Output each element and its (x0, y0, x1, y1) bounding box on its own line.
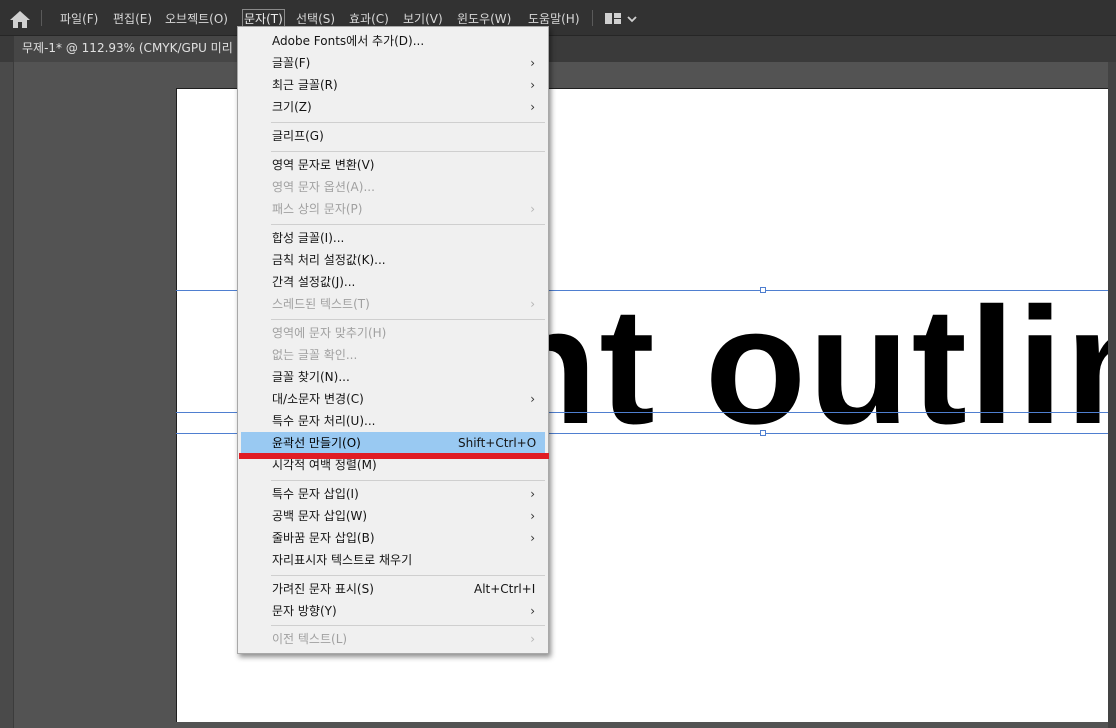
menu-separator (271, 224, 545, 225)
menu-edit[interactable]: 편집(E) (113, 11, 152, 27)
menu-separator (271, 122, 545, 123)
selection-handle-top[interactable] (760, 287, 766, 293)
menu-item-fit-headline: 영역에 문자 맞추기(H) (272, 326, 387, 340)
chevron-right-icon: › (530, 297, 535, 311)
chevron-right-icon: › (530, 509, 535, 523)
menu-item-kinsoku[interactable]: 금칙 처리 설정값(K)... (241, 249, 545, 271)
canvas-text-object[interactable]: nt outlin (496, 284, 1108, 450)
menu-item-show-hidden-characters[interactable]: 가려진 문자 표시(S) Alt+Ctrl+I (241, 578, 545, 600)
menu-type[interactable]: 문자(T) (242, 9, 285, 29)
tools-panel-edge (0, 62, 14, 728)
menu-item-insert-special-character[interactable]: 특수 문자 삽입(I) › (241, 483, 545, 505)
menu-item-insert-break[interactable]: 줄바꿈 문자 삽입(B) › (241, 527, 545, 549)
menubar-divider (592, 10, 593, 26)
menu-view[interactable]: 보기(V) (403, 11, 443, 27)
menu-item-threaded-text: 스레드된 텍스트(T) › (241, 293, 545, 315)
menu-item-recent-fonts[interactable]: 최근 글꼴(R) › (241, 74, 545, 96)
menu-separator (271, 575, 545, 576)
menu-item-composite-fonts[interactable]: 합성 글꼴(I)... (241, 227, 545, 249)
shortcut-label: Shift+Ctrl+O (458, 436, 537, 450)
menu-item-size[interactable]: 크기(Z) › (241, 96, 545, 118)
chevron-right-icon: › (530, 604, 535, 618)
menu-effect[interactable]: 효과(C) (349, 11, 389, 27)
annotation-underline (239, 453, 549, 459)
menu-help[interactable]: 도움말(H) (528, 11, 580, 27)
document-tab[interactable]: 무제-1* @ 112.93% (CMYK/GPU 미리 (14, 36, 244, 62)
menu-item-mojikumi[interactable]: 간격 설정값(J)... (241, 271, 545, 293)
menu-item-convert-area-type[interactable]: 영역 문자로 변환(V) (241, 154, 545, 176)
workspace-layout-icon (605, 13, 637, 24)
menu-item-type-orientation[interactable]: 문자 방향(Y) › (241, 600, 545, 622)
menubar-divider (41, 10, 42, 26)
menu-item-glyphs[interactable]: 글리프(G) (241, 125, 545, 147)
menu-item-area-type-options: 영역 문자 옵션(A)... (272, 180, 375, 194)
menu-item-insert-whitespace[interactable]: 공백 문자 삽입(W) › (241, 505, 545, 527)
home-icon[interactable] (9, 9, 31, 29)
chevron-right-icon: › (530, 392, 535, 406)
shortcut-label: Alt+Ctrl+I (474, 582, 536, 596)
menu-item-font[interactable]: 글꼴(F) › (241, 52, 545, 74)
menu-item-type-on-path: 패스 상의 문자(P) › (241, 198, 545, 220)
menu-item-find-font[interactable]: 글꼴 찾기(N)... (241, 366, 545, 388)
chevron-right-icon: › (530, 78, 535, 92)
chevron-right-icon: › (530, 100, 535, 114)
menu-item-legacy-text: 이전 텍스트(L) › (241, 628, 545, 650)
menu-separator (271, 319, 545, 320)
menu-window[interactable]: 윈도우(W) (457, 11, 511, 27)
menu-item-adobe-fonts[interactable]: Adobe Fonts에서 추가(D)... (241, 30, 545, 52)
type-menu-dropdown: Adobe Fonts에서 추가(D)... 글꼴(F) › 최근 글꼴(R) › … (237, 26, 549, 654)
menu-separator (271, 480, 545, 481)
menu-bar: 파일(F) 편집(E) 오브젝트(O) 문자(T) 선택(S) 효과(C) 보기… (0, 0, 1116, 36)
menu-item-smart-punctuation[interactable]: 특수 문자 처리(U)... (241, 410, 545, 432)
document-tab-strip: 무제-1* @ 112.93% (CMYK/GPU 미리 (0, 36, 1116, 62)
right-panel-edge (1108, 62, 1116, 728)
chevron-right-icon: › (530, 56, 535, 70)
chevron-right-icon: › (530, 202, 535, 216)
workspace-switcher-button[interactable] (604, 11, 638, 27)
menu-item-change-case[interactable]: 대/소문자 변경(C) › (241, 388, 545, 410)
selection-handle-bottom[interactable] (760, 430, 766, 436)
menu-item-fill-placeholder[interactable]: 자리표시자 텍스트로 채우기 (241, 549, 545, 571)
chevron-right-icon: › (530, 487, 535, 501)
chevron-right-icon: › (530, 531, 535, 545)
chevron-right-icon: › (530, 632, 535, 646)
menu-separator (271, 151, 545, 152)
menu-item-create-outlines[interactable]: 윤곽선 만들기(O) Shift+Ctrl+O (241, 432, 545, 454)
menu-separator (271, 625, 545, 626)
menu-item-resolve-missing-fonts: 없는 글꼴 확인... (272, 348, 358, 362)
menu-file[interactable]: 파일(F) (60, 11, 98, 27)
menu-object[interactable]: 오브젝트(O) (165, 11, 228, 27)
menu-select[interactable]: 선택(S) (296, 11, 335, 27)
